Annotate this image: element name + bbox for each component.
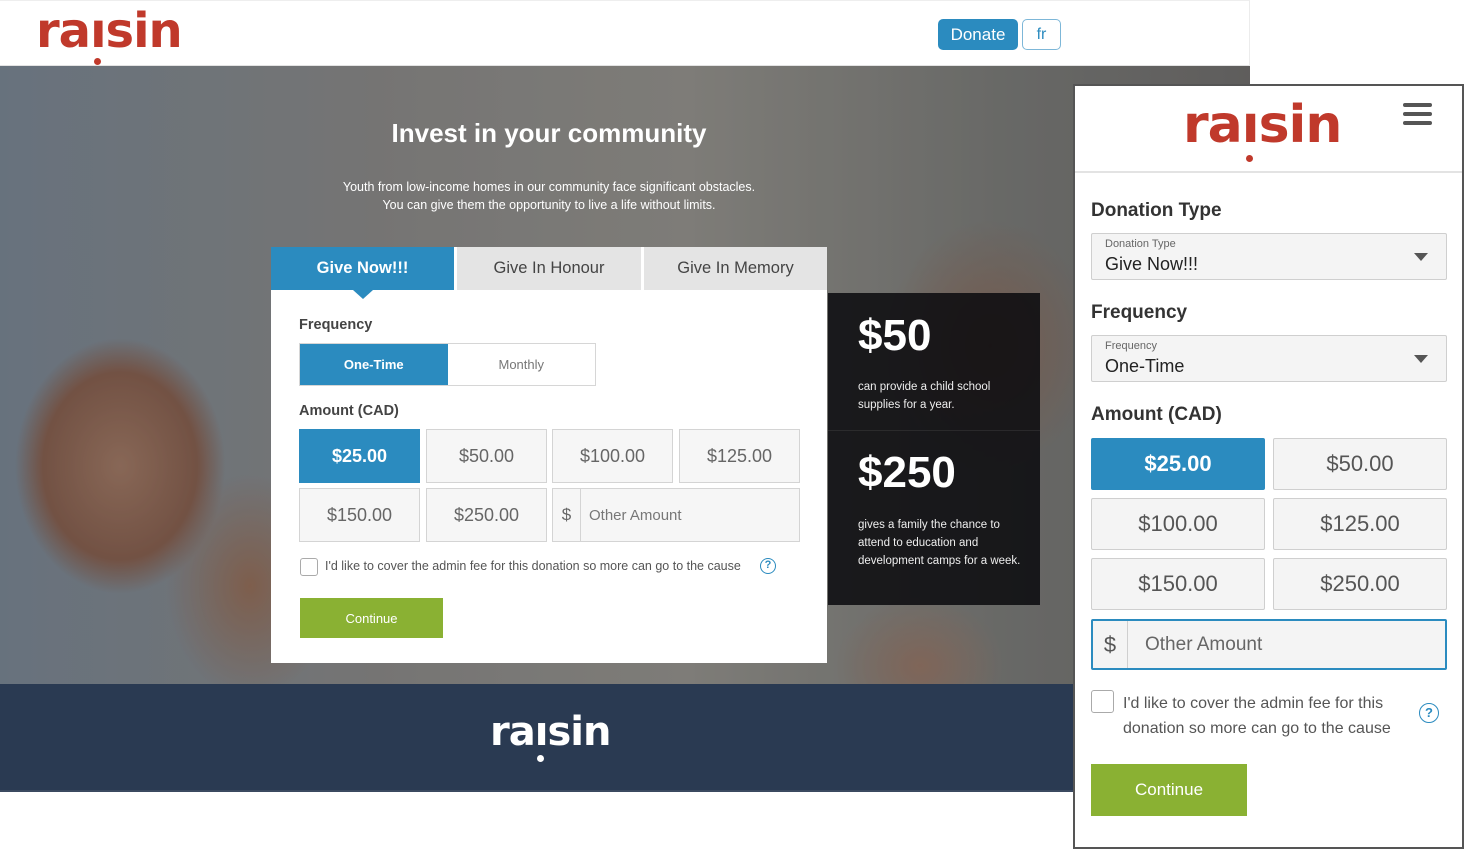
amount-option-125[interactable]: $125.00 [1273,498,1447,550]
donation-type-tabs: Give Now!!! Give In Honour Give In Memor… [271,247,827,299]
frequency-select[interactable]: Frequency One-Time [1091,335,1447,382]
donation-form-card: Give Now!!! Give In Honour Give In Memor… [271,247,827,663]
site-footer: raısin [0,684,1250,792]
frequency-value: One-Time [1105,356,1185,376]
impact-panel: $50 can provide a child school supplies … [828,293,1040,605]
donation-type-select[interactable]: Donation Type Give Now!!! [1091,233,1447,280]
admin-fee-label-line: I'd like to cover the admin fee for this [1123,695,1384,712]
impact-amount: $50 [858,311,932,360]
impact-description: can provide a child school supplies for … [858,381,991,411]
amount-option-250[interactable]: $250.00 [1273,558,1447,610]
currency-symbol: $ [553,489,581,541]
mobile-donation-view: raısin Donation Type Donation Type Give … [1073,84,1464,849]
amount-option-250[interactable]: $250.00 [426,488,547,542]
admin-fee-checkbox[interactable] [1091,690,1114,713]
impact-description: gives a family the chance to attend to e… [858,519,1021,567]
hamburger-menu-icon[interactable] [1403,103,1433,127]
hero-subtitle-line: You can give them the opportunity to liv… [382,198,716,212]
admin-fee-label-line: donation so more can go to the cause [1123,720,1391,737]
frequency-one-time-button[interactable]: One-Time [300,344,448,385]
amount-option-50[interactable]: $50.00 [426,429,547,483]
other-amount-input[interactable] [1128,621,1445,668]
help-icon[interactable]: ? [1419,703,1439,723]
raisin-logo[interactable]: raısin [36,3,183,65]
hero-subtitle-line: Youth from low-income homes in our commu… [342,180,756,194]
amount-option-50[interactable]: $50.00 [1273,438,1447,490]
other-amount-field: $ [552,488,800,542]
amount-option-150[interactable]: $150.00 [299,488,420,542]
frequency-monthly-button[interactable]: Monthly [447,344,595,385]
footer-raisin-logo: raısin [490,709,611,762]
impact-amount: $250 [858,448,956,497]
amount-label: Amount (CAD) [299,403,399,419]
chevron-down-icon [1414,355,1428,363]
hero-title: Invest in your community [391,118,707,148]
currency-symbol: $ [1093,621,1128,668]
mobile-header: raısin [1075,86,1462,173]
impact-divider [828,430,1040,431]
amount-option-150[interactable]: $150.00 [1091,558,1265,610]
frequency-heading: Frequency [1091,302,1188,323]
frequency-toggle: One-Time Monthly [299,343,596,386]
frequency-label: Frequency [299,317,373,333]
amount-option-125[interactable]: $125.00 [679,429,800,483]
desktop-donation-page: raısin Donate fr Invest in your communit… [0,0,1250,792]
admin-fee-label: I'd like to cover the admin fee for this… [1123,691,1391,741]
amount-option-100[interactable]: $100.00 [552,429,673,483]
continue-button[interactable]: Continue [300,598,443,638]
amount-option-25[interactable]: $25.00 [1091,438,1265,490]
admin-fee-checkbox[interactable] [300,558,318,576]
tab-give-in-memory[interactable]: Give In Memory [641,247,827,290]
site-header: raısin Donate fr [0,0,1250,66]
language-toggle-button[interactable]: fr [1022,19,1061,50]
chevron-down-icon [1414,253,1428,261]
other-amount-input[interactable] [581,489,799,541]
admin-fee-label: I'd like to cover the admin fee for this… [325,559,741,573]
other-amount-field: $ [1091,619,1447,670]
donate-button[interactable]: Donate [938,19,1018,50]
amount-heading: Amount (CAD) [1091,404,1222,425]
help-icon[interactable]: ? [760,558,776,574]
donation-type-heading: Donation Type [1091,200,1222,221]
amount-option-100[interactable]: $100.00 [1091,498,1265,550]
tab-give-now[interactable]: Give Now!!! [271,247,454,299]
frequency-field-label: Frequency [1105,340,1157,352]
hero-subtitle: Youth from low-income homes in our commu… [0,178,1098,214]
raisin-logo[interactable]: raısin [1183,94,1342,162]
amount-option-25[interactable]: $25.00 [299,429,420,483]
donation-type-value: Give Now!!! [1105,254,1199,274]
tab-give-in-honour[interactable]: Give In Honour [454,247,641,290]
continue-button[interactable]: Continue [1091,764,1247,816]
donation-type-field-label: Donation Type [1105,238,1176,250]
